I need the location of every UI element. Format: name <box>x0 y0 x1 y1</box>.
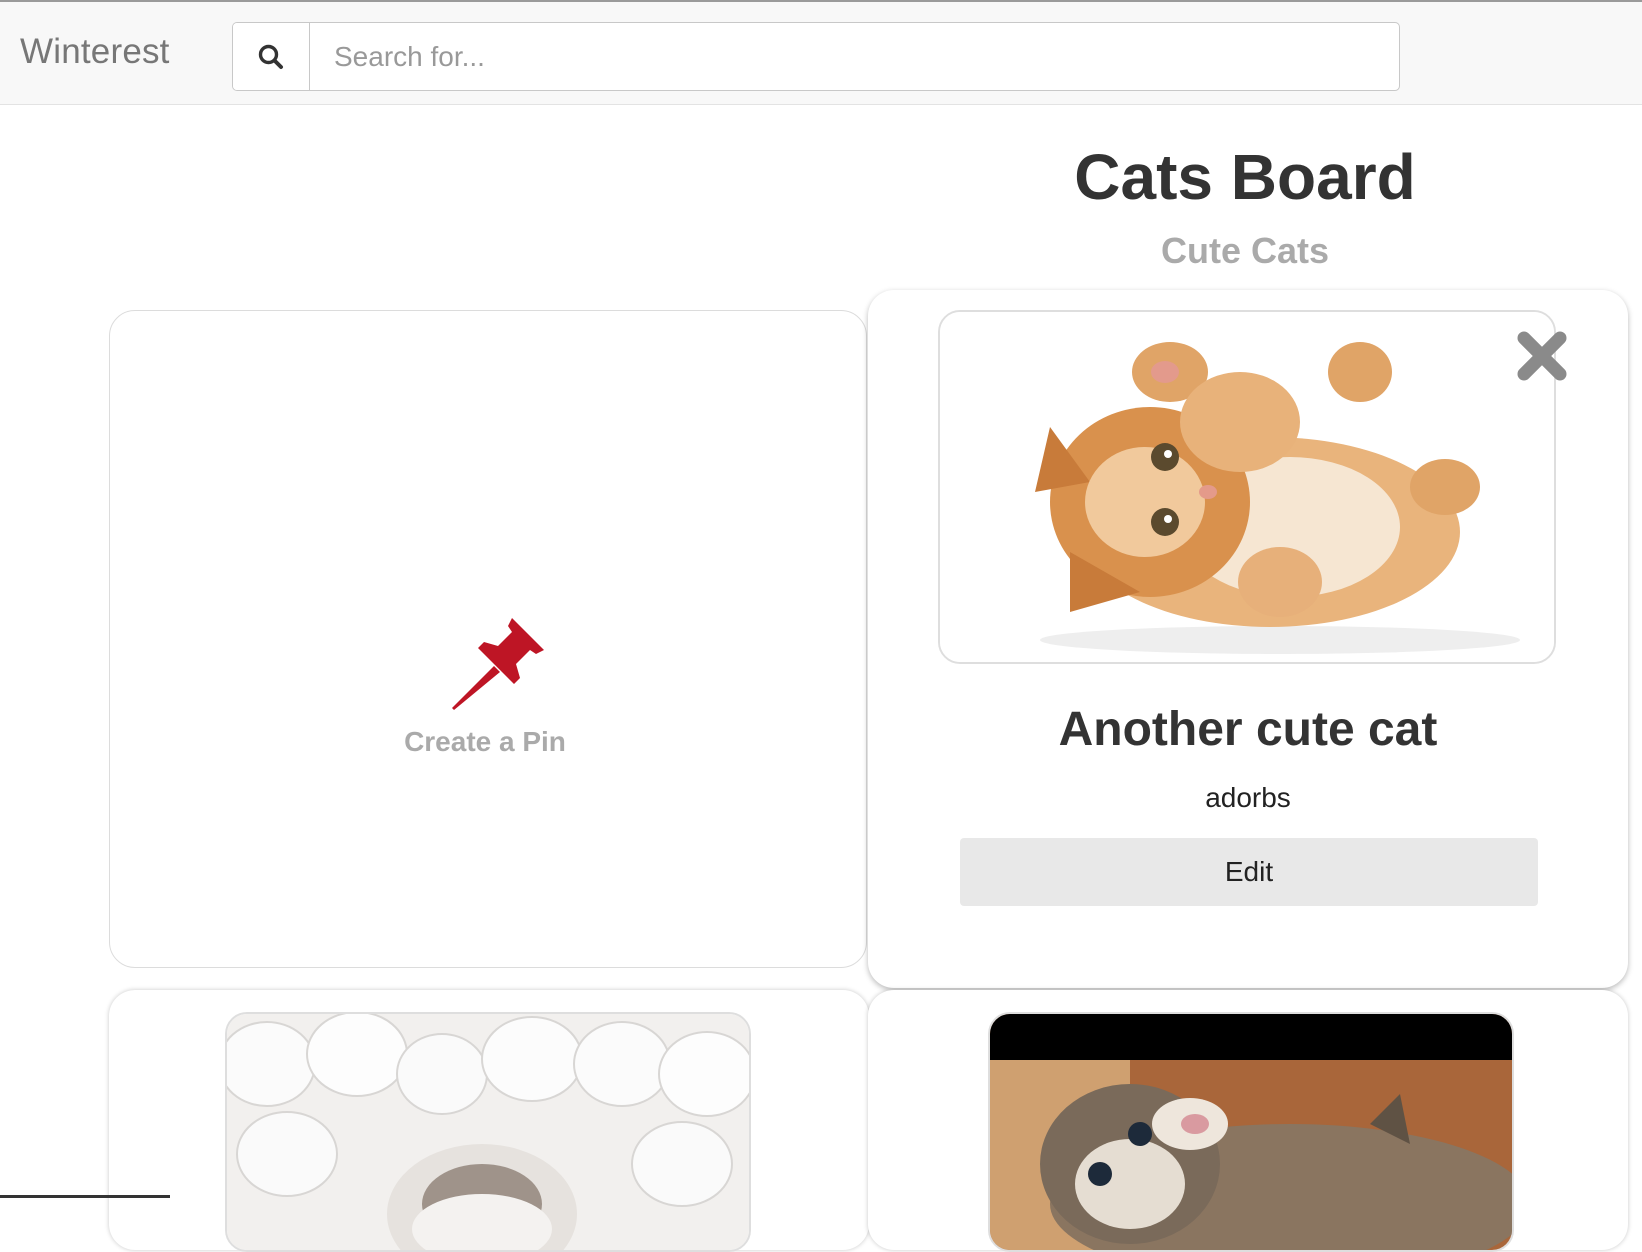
pin-card <box>109 990 869 1252</box>
board-title: Cats Board <box>1074 141 1416 213</box>
search-icon <box>258 44 283 69</box>
kitten-in-marshmallows-photo <box>227 1014 749 1250</box>
edit-button[interactable]: Edit <box>960 838 1538 906</box>
board-subtitle: Cute Cats <box>1160 230 1330 271</box>
pin-description: adorbs <box>1205 782 1291 813</box>
pin-image[interactable] <box>988 1012 1514 1252</box>
pushpin-icon <box>452 618 544 710</box>
tabby-kitten-photo <box>990 1014 1512 1250</box>
pin-title: Another cute cat <box>1058 703 1438 756</box>
create-pin-label[interactable]: Create a Pin <box>340 726 630 758</box>
close-icon[interactable] <box>1516 330 1568 382</box>
pin-card <box>868 990 1628 1252</box>
search-input[interactable] <box>310 23 1390 90</box>
search-group <box>232 22 1400 91</box>
ginger-kitten-photo <box>940 312 1554 662</box>
pin-card: Another cute cat adorbs Edit <box>868 290 1628 988</box>
search-button[interactable] <box>233 23 310 90</box>
pin-image[interactable] <box>225 1012 751 1252</box>
brand-logo[interactable]: Winterest <box>20 32 170 72</box>
pin-image[interactable] <box>938 310 1556 664</box>
navbar: Winterest <box>0 2 1642 105</box>
